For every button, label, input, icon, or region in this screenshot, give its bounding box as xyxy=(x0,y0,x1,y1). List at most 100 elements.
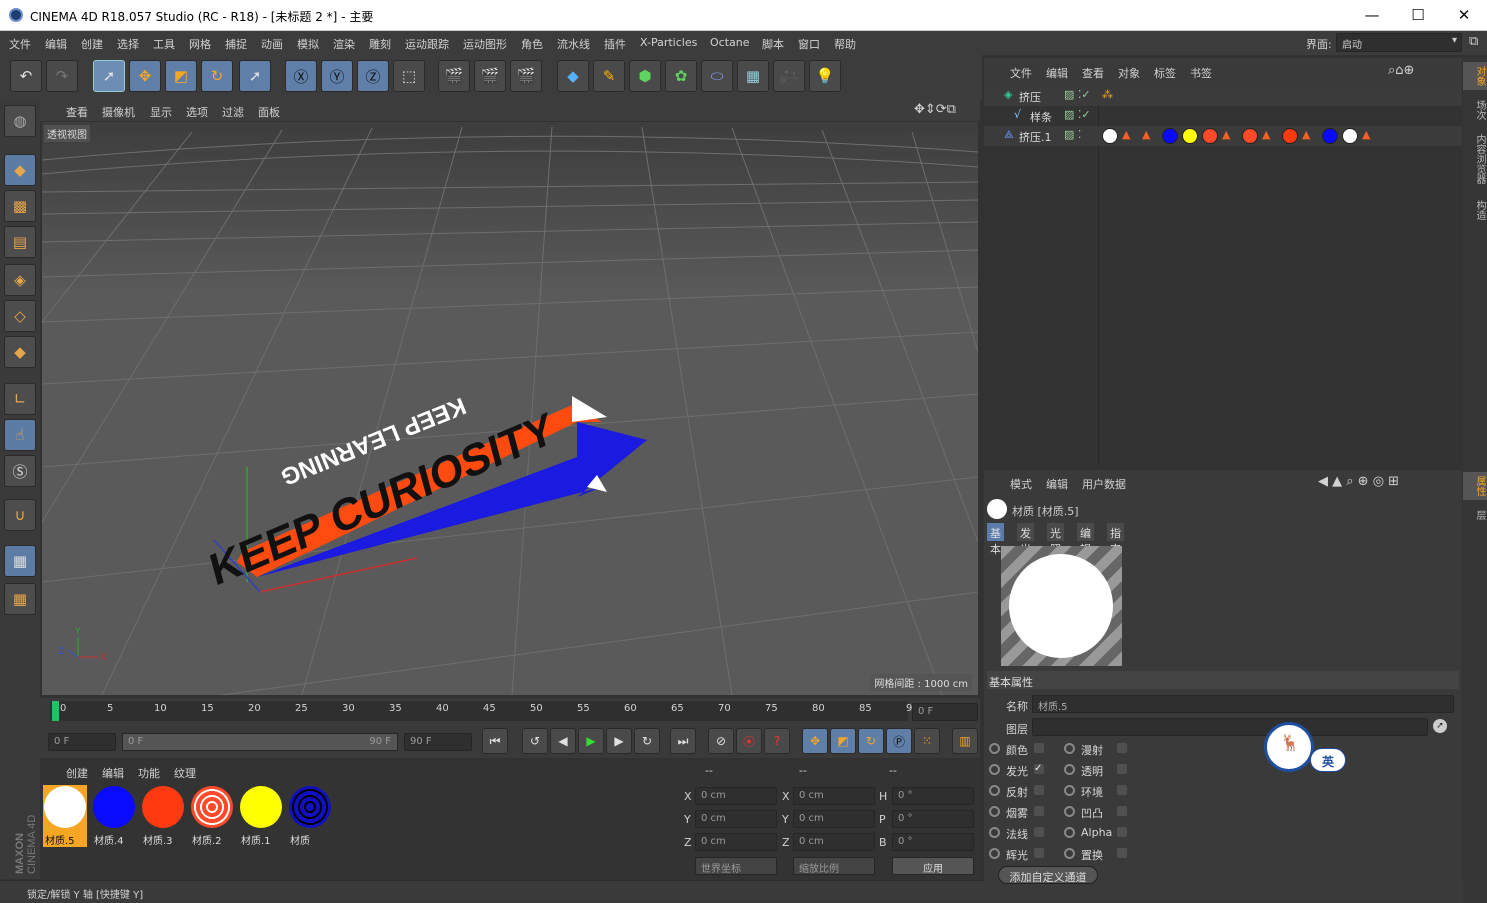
record-keyframe-icon[interactable]: ⦿ xyxy=(736,728,762,754)
apply-button[interactable]: 应用 xyxy=(892,857,974,875)
start-frame-field[interactable]: 0 F xyxy=(48,733,116,751)
attr-nav-icons[interactable]: ◀ ▲ ⌕ ⊕ ◎ ⊞ xyxy=(1318,474,1399,489)
viewport-menu-camera[interactable]: 摄像机 xyxy=(102,104,135,120)
rotation-b-field[interactable]: 0 ° xyxy=(892,833,974,851)
channel-radio[interactable] xyxy=(1064,848,1075,859)
object-menu-view[interactable]: 查看 xyxy=(1082,65,1104,81)
key-scale-icon[interactable]: ◩ xyxy=(830,728,856,754)
previous-key-icon[interactable]: ↺ xyxy=(522,728,548,754)
camera-icon[interactable]: 🎥 xyxy=(773,60,805,92)
snap-icon[interactable]: Ⓢ xyxy=(4,455,36,487)
edges-mode-icon[interactable]: ◇ xyxy=(4,300,36,332)
magnet-icon[interactable]: ∪ xyxy=(4,499,36,531)
position-y-field[interactable]: 0 cm xyxy=(695,810,777,828)
tab-structure[interactable]: 构造 xyxy=(1463,196,1487,224)
object-menu-tags[interactable]: 标签 xyxy=(1154,65,1176,81)
viewport-nav-icons[interactable]: ✥⇕⟳⧉ xyxy=(914,102,956,117)
material-tag-icon[interactable] xyxy=(1102,128,1118,144)
attr-tab[interactable]: 发光 xyxy=(1017,523,1034,556)
material-tag-icon[interactable] xyxy=(1342,128,1358,144)
attr-tab[interactable]: 指定 xyxy=(1107,523,1124,556)
key-position-icon[interactable]: ✥ xyxy=(802,728,828,754)
floor-scene-icon[interactable]: ▦ xyxy=(737,60,769,92)
ime-logo-icon[interactable]: 🦌 xyxy=(1264,722,1314,772)
object-menu-edit[interactable]: 编辑 xyxy=(1046,65,1068,81)
tab-attributes[interactable]: 属性 xyxy=(1463,472,1487,500)
channel-checkbox[interactable] xyxy=(1034,848,1044,858)
tab-objects[interactable]: 对象 xyxy=(1463,62,1487,90)
workplane-mode-icon[interactable]: ▤ xyxy=(4,226,36,258)
channel-checkbox[interactable] xyxy=(1034,785,1044,795)
rotation-h-field[interactable]: 0 ° xyxy=(892,787,974,805)
autokey-icon[interactable]: ? xyxy=(764,728,790,754)
menu-character[interactable]: 角色 xyxy=(521,36,543,52)
texture-tag-icon[interactable]: ▲ xyxy=(1122,128,1130,141)
object-menu-bookmarks[interactable]: 书签 xyxy=(1190,65,1212,81)
menu-simulate[interactable]: 模拟 xyxy=(297,36,319,52)
channel-checkbox[interactable] xyxy=(1117,764,1127,774)
menu-tools[interactable]: 工具 xyxy=(153,36,175,52)
material-tags[interactable]: ▲ ▲ ▲ ▲ ▲ ▲ xyxy=(1102,128,1412,144)
recent-tool-icon[interactable]: ➚ xyxy=(239,60,271,92)
menu-plugins[interactable]: 插件 xyxy=(604,36,626,52)
menu-window[interactable]: 窗口 xyxy=(798,36,820,52)
tab-takes[interactable]: 场次 xyxy=(1463,96,1487,124)
visibility-dots-icon[interactable]: ▨ ⁚✓ xyxy=(1064,88,1091,101)
key-parameter-icon[interactable]: Ⓟ xyxy=(886,728,912,754)
timeline-track[interactable] xyxy=(50,701,908,721)
material-swatch[interactable]: 材质.2 xyxy=(190,785,234,847)
menu-help[interactable]: 帮助 xyxy=(834,36,856,52)
channel-radio[interactable] xyxy=(1064,785,1075,796)
menu-file[interactable]: 文件 xyxy=(9,36,31,52)
layer-pick-icon[interactable]: ➚ xyxy=(1433,719,1447,733)
viewport-menu-display[interactable]: 显示 xyxy=(150,104,172,120)
channel-checkbox[interactable] xyxy=(1117,806,1127,816)
z-axis-lock-icon[interactable]: Ⓩ xyxy=(357,60,389,92)
render-picture-viewer-icon[interactable]: 🎬 xyxy=(474,60,506,92)
previous-frame-icon[interactable]: ◀ xyxy=(550,728,576,754)
minimize-button[interactable]: — xyxy=(1349,0,1395,31)
timeline-playhead[interactable] xyxy=(52,701,59,721)
tab-layers[interactable]: 层 xyxy=(1463,506,1487,524)
channel-checkbox[interactable] xyxy=(1117,785,1127,795)
channel-checkbox[interactable] xyxy=(1117,848,1127,858)
channel-checkbox[interactable] xyxy=(1117,827,1127,837)
object-search-icon[interactable]: ⌕⌂⊕ xyxy=(1388,63,1414,78)
rotation-p-field[interactable]: 0 ° xyxy=(892,810,974,828)
menu-animate[interactable]: 动画 xyxy=(261,36,283,52)
material-tag-icon[interactable] xyxy=(1182,128,1198,144)
redo-button[interactable]: ↷ xyxy=(46,60,78,92)
channel-radio[interactable] xyxy=(989,848,1000,859)
menu-sculpt[interactable]: 雕刻 xyxy=(369,36,391,52)
render-view-icon[interactable]: 🎬 xyxy=(438,60,470,92)
position-x-field[interactable]: 0 cm xyxy=(695,787,777,805)
position-z-field[interactable]: 0 cm xyxy=(695,833,777,851)
texture-tag-icon[interactable]: ▲ xyxy=(1142,128,1150,141)
texture-tag-icon[interactable]: ▲ xyxy=(1302,128,1310,141)
size-z-field[interactable]: 0 cm xyxy=(793,833,875,851)
menu-mesh[interactable]: 网格 xyxy=(189,36,211,52)
perspective-viewport[interactable]: KEEP CURIOSITY KEEP LEARNING Y X Z 透视视图 … xyxy=(42,122,978,695)
light-icon[interactable]: 💡 xyxy=(809,60,841,92)
menu-create[interactable]: 创建 xyxy=(81,36,103,52)
texture-mode-icon[interactable]: ▩ xyxy=(4,190,36,222)
channel-radio[interactable] xyxy=(989,785,1000,796)
channel-radio[interactable] xyxy=(1064,743,1075,754)
make-editable-icon[interactable]: ◍ xyxy=(4,105,36,137)
texture-tag-icon[interactable]: ▲ xyxy=(1262,128,1270,141)
next-key-icon[interactable]: ↻ xyxy=(634,728,660,754)
material-menu-texture[interactable]: 纹理 xyxy=(174,765,196,781)
subdivision-surface-icon[interactable]: ⬢ xyxy=(629,60,661,92)
name-input[interactable]: 材质.5 xyxy=(1032,695,1454,713)
current-frame-field[interactable]: 0 F xyxy=(912,703,978,721)
go-to-start-icon[interactable]: ⏮ xyxy=(482,728,508,754)
viewport-menu-options[interactable]: 选项 xyxy=(186,104,208,120)
axis-mode-icon[interactable]: ∟ xyxy=(4,383,36,415)
material-swatch[interactable]: 材质.5 xyxy=(43,785,87,847)
end-frame-field[interactable]: 90 F xyxy=(404,733,472,751)
texture-tag-icon[interactable]: ▲ xyxy=(1222,128,1230,141)
add-custom-channel-button[interactable]: 添加自定义通道 xyxy=(998,866,1098,884)
cloner-icon[interactable]: ✿ xyxy=(665,60,697,92)
layout-toggle-icon[interactable]: ⧉ xyxy=(1469,34,1478,49)
key-rotation-icon[interactable]: ↻ xyxy=(858,728,884,754)
